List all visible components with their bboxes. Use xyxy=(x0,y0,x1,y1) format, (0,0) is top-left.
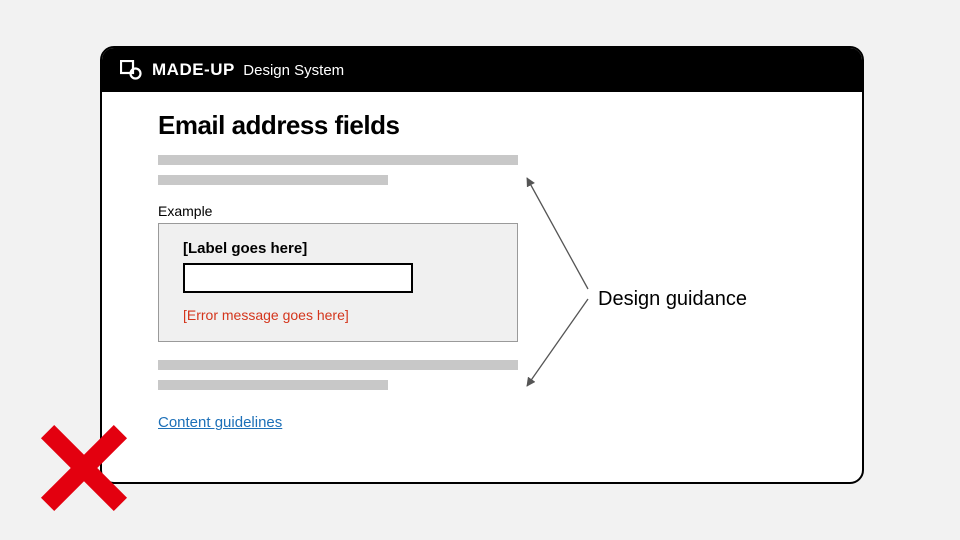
annotation-label: Design guidance xyxy=(598,288,747,311)
example-text-input[interactable] xyxy=(183,263,413,293)
body-text-placeholder xyxy=(158,155,518,165)
body-text-placeholder xyxy=(158,175,388,185)
example-heading: Example xyxy=(158,203,806,219)
brand-subtitle: Design System xyxy=(243,62,344,79)
page-title: Email address fields xyxy=(158,110,806,141)
example-error-message: [Error message goes here] xyxy=(183,307,493,323)
page-content: Email address fields Example [Label goes… xyxy=(102,92,862,432)
brand-label: MADE-UP Design System xyxy=(152,60,344,80)
body-text-placeholder xyxy=(158,360,518,370)
design-system-window: MADE-UP Design System Email address fiel… xyxy=(100,46,864,484)
brand-name: MADE-UP xyxy=(152,60,235,79)
body-text-placeholder xyxy=(158,380,388,390)
titlebar: MADE-UP Design System xyxy=(102,48,862,92)
brand-logo-icon xyxy=(120,60,142,80)
content-guidelines-link[interactable]: Content guidelines xyxy=(158,414,282,431)
example-box: [Label goes here] [Error message goes he… xyxy=(158,223,518,342)
example-field-label: [Label goes here] xyxy=(183,240,493,257)
